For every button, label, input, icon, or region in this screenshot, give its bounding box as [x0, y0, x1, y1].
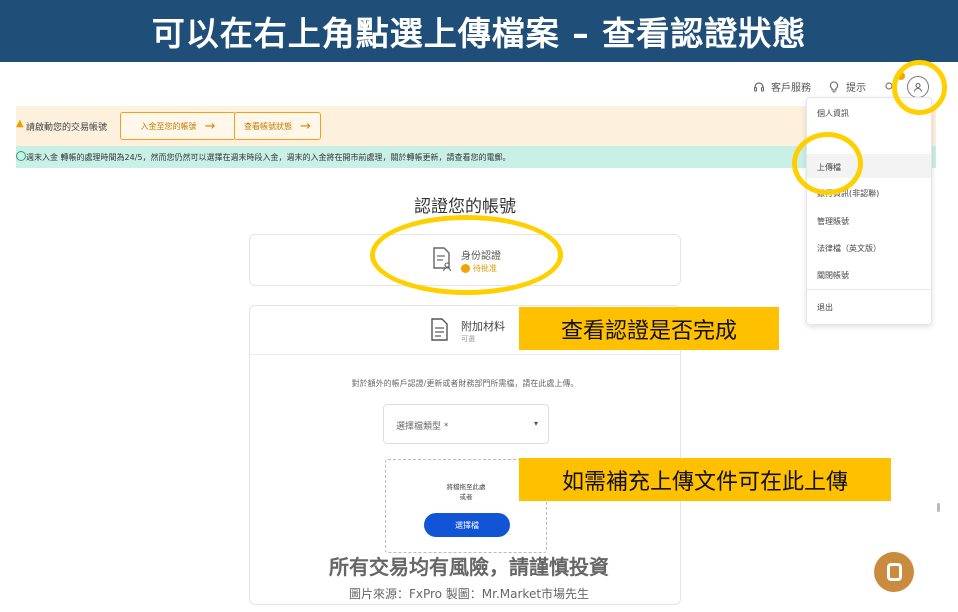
headset-icon: [753, 81, 765, 92]
lightbulb-icon: [829, 80, 839, 92]
nav-support[interactable]: 客戶服務: [753, 79, 811, 94]
callout-upload-here: 如需補充上傳文件可在此上傳: [519, 458, 891, 501]
document-type-placeholder: 選擇檔類型 *: [396, 422, 449, 432]
menu-item-legal-docs[interactable]: 法律檔（英文版）: [817, 243, 881, 254]
caret-down-icon: ▾: [533, 419, 538, 428]
chat-icon: [886, 563, 902, 581]
highlight-ring-identity: [370, 215, 563, 295]
weekend-deposit-text: 週末入金 轉帳的處理時間為24/5，然而您仍然可以選擇在週末時段入金，週末的入金…: [26, 153, 511, 162]
divider: [250, 354, 680, 355]
activation-text: 請啟動您的交易帳號: [26, 123, 108, 133]
menu-item-personal-info[interactable]: 個人資訊: [817, 108, 849, 119]
arrow-right-icon: →: [204, 118, 216, 134]
highlight-ring-upload: [792, 132, 863, 195]
arrow-right-icon: →: [300, 118, 311, 134]
title-banner: 可以在右上角點選上傳檔案 – 查看認證狀態: [0, 0, 958, 62]
document-icon: [431, 318, 448, 341]
risk-disclaimer: 所有交易均有風險，請謹慎投資: [329, 555, 609, 579]
upload-description: 對於額外的帳戶認證/更新或者財務部門所需檔，請在此處上傳。: [351, 379, 579, 388]
additional-documents-label: 附加材料: [461, 320, 505, 333]
scrollbar-thumb[interactable]: [937, 503, 940, 512]
optional-label: 可選: [461, 335, 475, 343]
nav-support-label: 客戶服務: [771, 83, 811, 94]
nav-tips-label: 提示: [846, 83, 866, 94]
banner-title: 可以在右上角點選上傳檔案 – 查看認證狀態: [151, 14, 807, 53]
menu-item-logout[interactable]: 退出: [817, 302, 833, 313]
fund-account-button[interactable]: 入金至您的帳號 →: [120, 112, 236, 140]
info-icon: [16, 151, 26, 161]
menu-item-close-account[interactable]: 關閉帳號: [817, 270, 849, 281]
highlight-ring-account: [892, 60, 947, 115]
activation-banner: ▲ 請啟動您的交易帳號 入金至您的帳號 → 查看帳號狀態 →: [16, 106, 936, 146]
warning-icon: ▲: [16, 118, 24, 129]
choose-file-button[interactable]: 選擇檔: [424, 513, 510, 537]
fund-account-label: 入金至您的帳號: [140, 121, 197, 131]
callout-check-status: 查看認證是否完成: [519, 307, 779, 350]
nav-tips[interactable]: 提示: [828, 79, 866, 94]
menu-divider: [807, 289, 931, 290]
page-title: 認證您的帳號: [414, 197, 516, 217]
image-source: 圖片來源：FxPro 製圖：Mr.Market市場先生: [348, 587, 590, 601]
account-status-label: 查看帳號狀態: [244, 121, 293, 131]
document-type-select[interactable]: 選擇檔類型 * ▾: [383, 404, 549, 444]
chat-button[interactable]: [874, 552, 914, 592]
menu-item-manage-accounts[interactable]: 管理賬號: [817, 216, 849, 227]
account-status-button[interactable]: 查看帳號狀態 →: [234, 112, 321, 140]
